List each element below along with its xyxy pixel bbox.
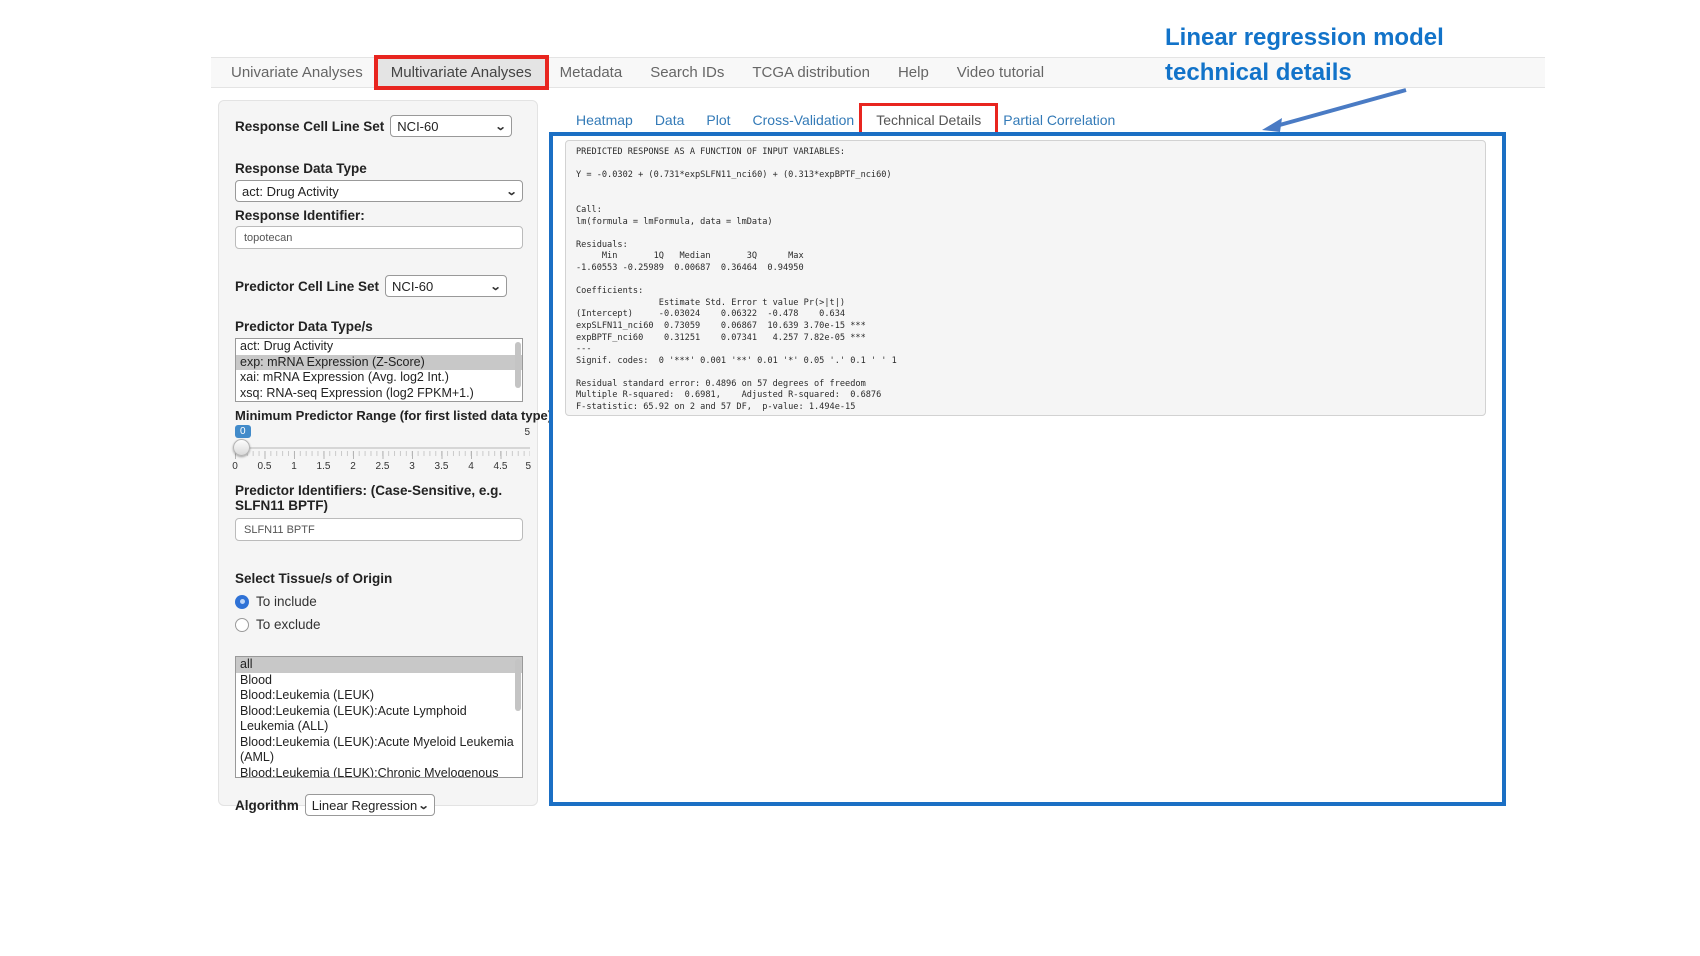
page: Univariate Analyses Multivariate Analyse…: [0, 0, 1700, 956]
annotation-line1: Linear regression model: [1165, 20, 1585, 55]
annotation-text: Linear regression model technical detail…: [1165, 20, 1585, 90]
list-item[interactable]: Blood:Leukemia (LEUK):Chronic Myelogenou…: [236, 766, 522, 779]
lm-summary-output: PREDICTED RESPONSE AS A FUNCTION OF INPU…: [565, 140, 1486, 416]
list-item[interactable]: xai: mRNA Expression (Avg. log2 Int.): [236, 370, 522, 386]
tab-technical-details[interactable]: Technical Details: [865, 109, 992, 131]
list-item[interactable]: xsq: RNA-seq Expression (log2 FPKM+1.): [236, 386, 522, 402]
nav-video-tutorial[interactable]: Video tutorial: [943, 58, 1058, 87]
slider-track[interactable]: [235, 447, 530, 449]
tab-partial-correlation[interactable]: Partial Correlation: [992, 109, 1126, 131]
list-item[interactable]: act: Drug Activity: [236, 339, 522, 355]
slider-max-label: 5: [524, 427, 530, 438]
result-tabs: Heatmap Data Plot Cross-Validation Techn…: [565, 108, 1126, 132]
chevron-down-icon: ⌄: [495, 120, 507, 133]
list-item[interactable]: Blood:Leukemia (LEUK):Acute Lymphoid Leu…: [236, 704, 522, 735]
response-cell-line-set-select[interactable]: NCI-60 ⌄: [390, 115, 512, 137]
algorithm-label: Algorithm: [235, 798, 299, 813]
predictor-data-types-label: Predictor Data Type/s: [235, 319, 521, 334]
chevron-down-icon: ⌄: [505, 185, 517, 198]
response-identifier-input[interactable]: [235, 226, 523, 249]
list-item[interactable]: Blood:Leukemia (LEUK): [236, 688, 522, 704]
list-item[interactable]: all: [236, 657, 522, 673]
response-cell-line-set-label: Response Cell Line Set: [235, 119, 384, 134]
min-predictor-range-label: Minimum Predictor Range (for first liste…: [235, 408, 521, 423]
predictor-identifiers-input[interactable]: [235, 518, 523, 541]
predictor-cell-line-set-select[interactable]: NCI-60 ⌄: [385, 275, 507, 297]
radio-to-include-label: To include: [256, 594, 317, 609]
response-identifier-label: Response Identifier:: [235, 208, 521, 223]
nav-multivariate-analyses[interactable]: Multivariate Analyses: [377, 58, 546, 87]
tissue-origin-label: Select Tissue/s of Origin: [235, 571, 521, 586]
radio-unselected-icon: [235, 618, 249, 632]
technical-details-panel: PREDICTED RESPONSE AS A FUNCTION OF INPU…: [549, 132, 1506, 806]
scrollbar[interactable]: [515, 659, 521, 711]
nav-tcga-distribution[interactable]: TCGA distribution: [738, 58, 884, 87]
radio-to-exclude[interactable]: To exclude: [235, 617, 521, 632]
predictor-cell-line-set-label: Predictor Cell Line Set: [235, 279, 379, 294]
list-item[interactable]: exp: mRNA Expression (Z-Score): [236, 355, 522, 371]
tab-cross-validation[interactable]: Cross-Validation: [742, 109, 866, 131]
nav-search-ids[interactable]: Search IDs: [636, 58, 738, 87]
list-item[interactable]: Blood: [236, 673, 522, 689]
annotation-arrow-icon: [1248, 84, 1418, 139]
response-data-type-select[interactable]: act: Drug Activity ⌄: [235, 180, 523, 202]
slider-major-ticks: [235, 451, 530, 459]
radio-to-exclude-label: To exclude: [256, 617, 321, 632]
slider-value-badge[interactable]: 0: [235, 425, 251, 438]
nav-univariate-analyses[interactable]: Univariate Analyses: [217, 58, 377, 87]
response-data-type-label: Response Data Type: [235, 161, 521, 176]
slider-handle[interactable]: [233, 439, 250, 456]
tab-heatmap[interactable]: Heatmap: [565, 109, 644, 131]
radio-selected-icon: [235, 595, 249, 609]
chevron-down-icon: ⌄: [489, 280, 501, 293]
radio-to-include[interactable]: To include: [235, 594, 521, 609]
algorithm-select[interactable]: Linear Regression ⌄: [305, 794, 435, 816]
tab-plot[interactable]: Plot: [695, 109, 741, 131]
scrollbar[interactable]: [515, 342, 521, 388]
control-sidebar: Response Cell Line Set NCI-60 ⌄ Response…: [218, 100, 538, 806]
predictor-identifiers-label: Predictor Identifiers: (Case-Sensitive, …: [235, 483, 520, 513]
tissue-origin-listbox[interactable]: all Blood Blood:Leukemia (LEUK) Blood:Le…: [235, 656, 523, 778]
tab-data[interactable]: Data: [644, 109, 696, 131]
predictor-data-types-listbox[interactable]: act: Drug Activity exp: mRNA Expression …: [235, 338, 523, 402]
slider-tick-labels: 0 0.5 1 1.5 2 2.5 3 3.5 4 4.5 5: [235, 461, 530, 473]
chevron-down-icon: ⌄: [417, 799, 429, 812]
min-predictor-range-slider: 0 5 0 0.5 1 1.5 2 2.5 3 3.5 4 4.5 5: [235, 425, 530, 473]
nav-help[interactable]: Help: [884, 58, 943, 87]
list-item[interactable]: Blood:Leukemia (LEUK):Acute Myeloid Leuk…: [236, 735, 522, 766]
nav-metadata[interactable]: Metadata: [546, 58, 637, 87]
lm-summary-text: PREDICTED RESPONSE AS A FUNCTION OF INPU…: [576, 147, 1475, 414]
